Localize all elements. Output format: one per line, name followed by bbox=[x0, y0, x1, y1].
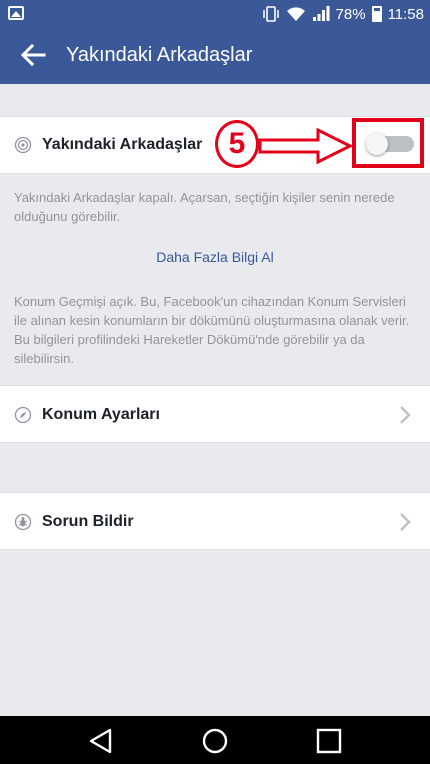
status-icons: 78% 11:58 bbox=[262, 3, 424, 25]
recents-square-icon[interactable] bbox=[314, 727, 344, 755]
chevron-right-icon bbox=[400, 513, 411, 531]
clock-time: 11:58 bbox=[387, 5, 424, 23]
location-settings-row[interactable]: Konum Ayarları bbox=[0, 385, 430, 443]
home-circle-icon[interactable] bbox=[200, 727, 230, 755]
nearby-off-description: Yakındaki Arkadaşlar kapalı. Açarsan, se… bbox=[14, 190, 395, 224]
compass-icon bbox=[14, 406, 32, 424]
back-triangle-icon[interactable] bbox=[86, 727, 116, 755]
signal-icon bbox=[312, 6, 330, 21]
bug-icon bbox=[14, 513, 32, 531]
radar-icon bbox=[14, 136, 32, 154]
learn-more-link[interactable]: Daha Fazla Bilgi Al bbox=[0, 249, 430, 265]
status-bar: 78% 11:58 bbox=[0, 0, 430, 28]
battery-icon bbox=[371, 6, 382, 22]
report-problem-row[interactable]: Sorun Bildir bbox=[0, 492, 430, 550]
nearby-friends-label: Yakındaki Arkadaşlar bbox=[42, 136, 203, 153]
chevron-right-icon bbox=[400, 406, 411, 424]
wifi-icon bbox=[286, 7, 305, 21]
vibrate-icon bbox=[262, 6, 279, 22]
battery-percent: 78% bbox=[335, 5, 366, 23]
image-icon bbox=[8, 6, 24, 20]
app-bar: Yakındaki Arkadaşlar bbox=[0, 28, 430, 84]
system-nav-bar bbox=[0, 716, 430, 764]
back-arrow-icon[interactable] bbox=[20, 42, 46, 68]
location-history-description: Konum Geçmişi açık. Bu, Facebook'un ciha… bbox=[14, 294, 410, 366]
annotation-arrow-icon bbox=[258, 127, 354, 165]
step-number-badge: 5 bbox=[215, 120, 259, 168]
report-problem-label: Sorun Bildir bbox=[42, 513, 134, 530]
page-title: Yakındaki Arkadaşlar bbox=[66, 44, 253, 66]
location-settings-label: Konum Ayarları bbox=[42, 406, 160, 423]
annotation-highlight-box bbox=[352, 118, 424, 168]
